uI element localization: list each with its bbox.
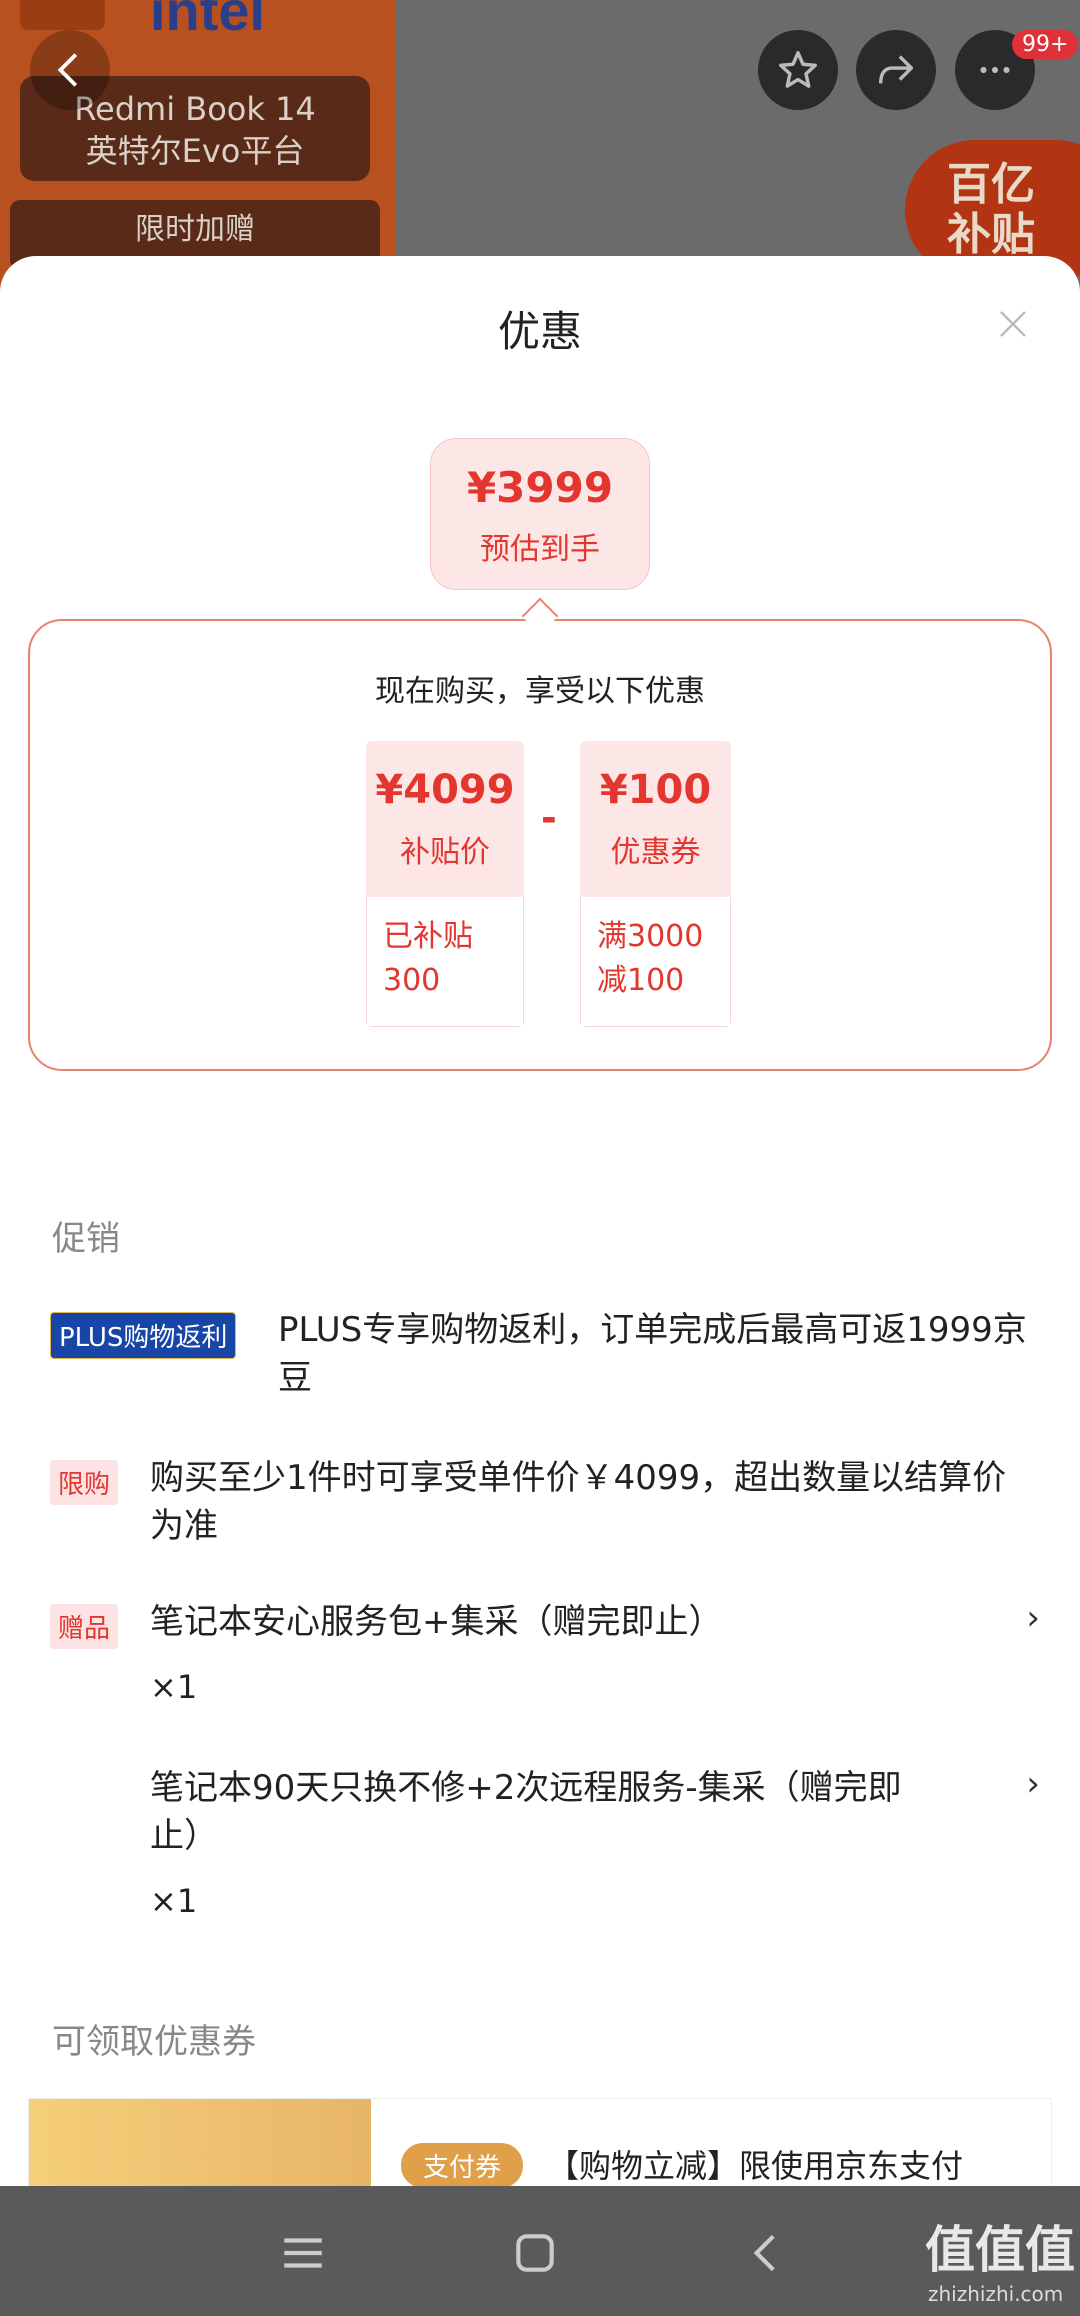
watermark-logo: 值值值 (925, 2221, 1075, 2279)
gift-2-text: 笔记本90天只换不修+2次远程服务-集采（赠完即止） (150, 1768, 902, 1856)
coupon-item[interactable]: 支付券 【购物立减】限使用京东支付 (28, 2098, 1052, 2186)
subsidy-price-top: ¥4099 补贴价 (366, 741, 524, 897)
subsidy-detail-line1: 已补贴 (383, 919, 473, 954)
estimated-price-box: ¥3999 预估到手 (430, 438, 650, 590)
gift-2-chevron-icon: › (1026, 1764, 1040, 1804)
back-nav-icon[interactable] (742, 2228, 792, 2278)
home-icon[interactable] (510, 2228, 560, 2278)
plus-rebate-text: PLUS专享购物返利，订单完成后最高可返1999京豆 (278, 1310, 1027, 1398)
notification-badge: 99+ (1012, 30, 1079, 59)
estimated-price-label: 预估到手 (480, 532, 600, 567)
coupon-card: ¥100 优惠券 满3000 减100 (580, 741, 731, 1027)
menu-icon[interactable] (278, 2228, 328, 2278)
gift-2-qty: ×1 (150, 1882, 198, 1920)
subsidy-detail: 已补贴 300 (366, 897, 524, 1027)
promo-row-gift-1[interactable]: 赠品 笔记本安心服务包+集采（赠完即止） › ×1 (50, 1598, 1040, 1718)
watermark-url: zhizhizhi.com (928, 2282, 1064, 2306)
estimated-price: ¥3999 (466, 463, 614, 512)
plus-rebate-tag: PLUS购物返利 (50, 1312, 237, 1359)
gift-1-chevron-icon: › (1026, 1598, 1040, 1638)
system-nav-bar (0, 2186, 1080, 2316)
coupon-top: ¥100 优惠券 (580, 741, 731, 897)
minus-operator: - (541, 796, 557, 840)
mi-logo (20, 0, 105, 30)
gift-1-text: 笔记本安心服务包+集采（赠完即止） (150, 1602, 723, 1642)
back-button[interactable] (30, 30, 110, 110)
coupon-value-panel (29, 2099, 371, 2186)
promo-row-gift-2[interactable]: 笔记本90天只换不修+2次远程服务-集采（赠完即止） › ×1 (50, 1764, 1040, 1934)
coupon-label: 优惠券 (610, 835, 701, 870)
coupon-amount: ¥100 (599, 767, 712, 813)
more-dots-icon (980, 66, 1010, 74)
promo-row-plus: PLUS购物返利 PLUS专享购物返利，订单完成后最高可返1999京豆 (50, 1306, 1040, 1406)
close-icon[interactable] (995, 306, 1031, 342)
product-name-line2: 英特尔Evo平台 (85, 132, 305, 170)
coupon-detail: 满3000 减100 (580, 897, 731, 1027)
promotions-section-label: 促销 (52, 1219, 120, 1259)
sheet-title: 优惠 (497, 307, 582, 356)
star-icon (779, 51, 817, 88)
discount-sheet: 优惠 ¥3999 预估到手 现在购买，享受以下优惠 ¥4099 补贴价 已补贴 … (0, 256, 1080, 2186)
breakdown-heading: 现在购买，享受以下优惠 (375, 674, 705, 709)
coupon-description: 【购物立减】限使用京东支付 (547, 2147, 964, 2185)
subsidy-badge-line2: 补贴 (947, 209, 1035, 260)
product-page-background: intel Redmi Book 14 英特尔Evo平台 限时加赠 99+ 百亿… (0, 0, 1080, 300)
share-icon (878, 55, 914, 84)
gift-tag: 赠品 (50, 1604, 119, 1649)
subsidy-price-card: ¥4099 补贴价 已补贴 300 (366, 741, 524, 1027)
coupon-detail-line2: 减100 (597, 963, 685, 998)
subsidy-detail-line2: 300 (383, 963, 441, 998)
subsidy-price-label: 补贴价 (400, 835, 490, 870)
promo-row-limit: 限购 购买至少1件时可享受单件价￥4099，超出数量以结算价为准 (50, 1454, 1040, 1554)
coupons-section-label: 可领取优惠券 (52, 2022, 256, 2062)
favorite-button[interactable] (758, 30, 838, 110)
back-arrow-icon (57, 53, 78, 87)
limit-purchase-text: 购买至少1件时可享受单件价￥4099，超出数量以结算价为准 (150, 1458, 1007, 1546)
subsidy-price: ¥4099 (375, 767, 515, 813)
limit-purchase-tag: 限购 (50, 1460, 119, 1505)
share-button[interactable] (856, 30, 936, 110)
subsidy-badge-line1: 百亿 (947, 159, 1035, 210)
gift-1-qty: ×1 (150, 1668, 198, 1706)
coupon-detail-line1: 满3000 (597, 919, 704, 954)
intel-logo: intel (150, 0, 266, 42)
payment-coupon-tag: 支付券 (401, 2143, 524, 2186)
